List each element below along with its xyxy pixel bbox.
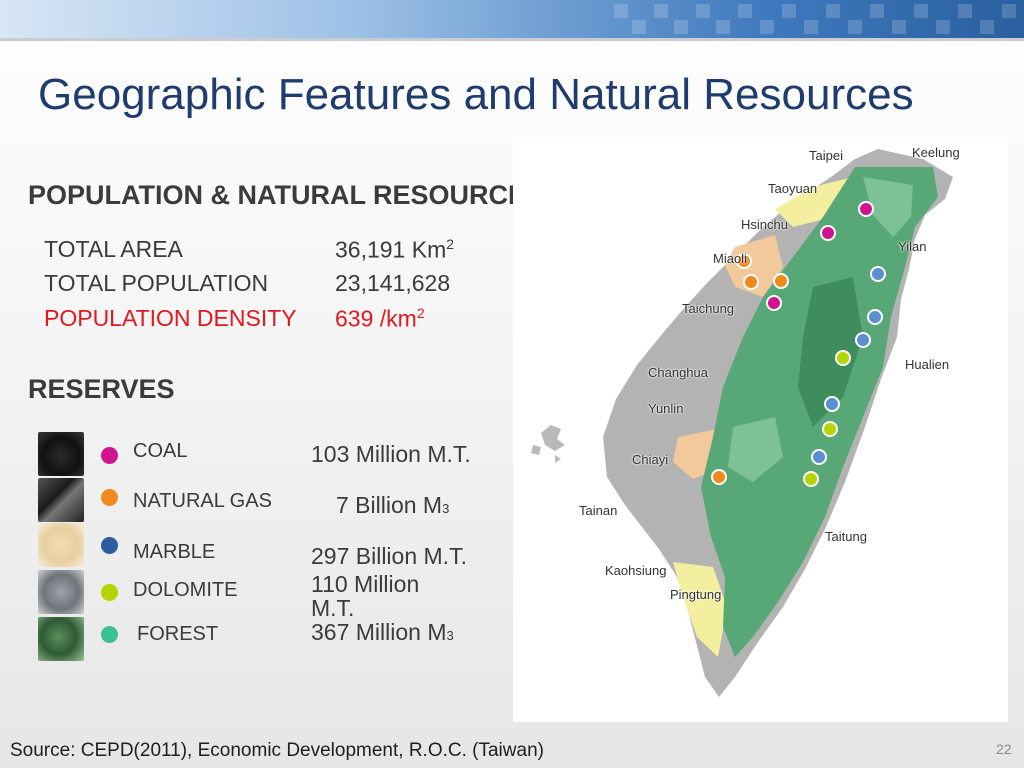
dolomite-photo — [38, 570, 84, 614]
coal-marker — [766, 295, 782, 311]
dolomite-marker — [822, 421, 838, 437]
marble-photo — [38, 523, 84, 567]
coal-marker — [820, 225, 836, 241]
natural-gas-marker — [743, 274, 759, 290]
marble-marker — [867, 309, 883, 325]
banner-divider — [0, 38, 1024, 41]
city-label-chiayi: Chiayi — [632, 452, 669, 467]
city-label-hsinchu: Hsinchu — [741, 217, 788, 232]
stat-label-total-population: TOTAL POPULATION — [44, 270, 269, 296]
city-label-kaohsiung: Kaohsiung — [605, 563, 667, 578]
stat-value-total-area: 36,191 Km2 — [335, 236, 455, 263]
reserves-heading: RESERVES — [28, 374, 175, 404]
natural-gas-photo — [38, 478, 84, 522]
reserve-value-natural-gas: 7 Billion M3 — [336, 492, 450, 518]
coal-marker — [858, 201, 874, 217]
city-label-taitung: Taitung — [825, 529, 867, 544]
reserve-value-dolomite: 110 Million M.T. — [311, 571, 420, 621]
reserve-label-marble: MARBLE — [133, 541, 216, 563]
city-label-changhua: Changhua — [648, 365, 708, 380]
reserve-label-forest: FOREST — [137, 623, 219, 645]
population-heading: POPULATION & NATURAL RESOURCES — [28, 180, 545, 210]
city-label-miaoli: Miaoli — [713, 251, 747, 266]
marble-marker — [811, 449, 827, 465]
forest-marker-dot — [101, 626, 118, 643]
natural-gas-marker — [773, 273, 789, 289]
coal-marker-dot — [101, 447, 118, 464]
penghu-islands-shape — [531, 425, 565, 463]
source-citation: Source: CEPD(2011), Economic Development… — [10, 740, 544, 761]
dolomite-marker — [835, 350, 851, 366]
city-label-hualien: Hualien — [905, 357, 950, 372]
page-number: 22 — [996, 741, 1012, 757]
marble-marker-dot — [101, 537, 118, 554]
marble-marker — [824, 396, 840, 412]
reserve-label-natural-gas: NATURAL GAS — [133, 490, 272, 512]
marble-marker — [855, 332, 871, 348]
city-label-keelung: Keelung — [912, 145, 960, 160]
city-label-tainan: Tainan — [579, 503, 618, 518]
banner-tiles-decoration — [614, 4, 1016, 34]
city-label-taoyuan: Taoyuan — [768, 181, 818, 196]
dolomite-marker-dot — [101, 584, 118, 601]
city-label-pingtung: Pingtung — [670, 587, 722, 602]
reserve-label-coal: COAL — [133, 440, 188, 462]
reserve-value-marble: 297 Billion M.T. — [311, 543, 467, 569]
reserve-value-coal: 103 Million M.T. — [311, 441, 471, 467]
natural-gas-marker — [711, 469, 727, 485]
reserve-value-forest: 367 Million M3 — [311, 619, 454, 645]
coal-photo — [38, 432, 84, 476]
forest-photo — [38, 617, 84, 661]
city-label-taipei: Taipei — [809, 148, 843, 163]
slide-title: Geographic Features and Natural Resource… — [38, 70, 914, 119]
marble-marker — [870, 266, 886, 282]
header-banner — [0, 0, 1024, 38]
stat-value-population-density: 639 /km2 — [335, 305, 425, 332]
city-label-yunlin: Yunlin — [648, 401, 684, 416]
stat-value-total-population: 23,141,628 — [335, 270, 451, 296]
stat-label-population-density: POPULATION DENSITY — [44, 305, 297, 331]
taiwan-resource-map: Taipei Keelung Taoyuan Hsinchu Yilan Mia… — [513, 137, 1008, 722]
reserve-label-dolomite: DOLOMITE — [133, 579, 238, 601]
city-label-yilan: Yilan — [898, 239, 927, 254]
dolomite-marker — [803, 471, 819, 487]
natural-gas-marker-dot — [101, 489, 118, 506]
stat-label-total-area: TOTAL AREA — [44, 236, 183, 262]
city-label-taichung: Taichung — [682, 301, 735, 316]
